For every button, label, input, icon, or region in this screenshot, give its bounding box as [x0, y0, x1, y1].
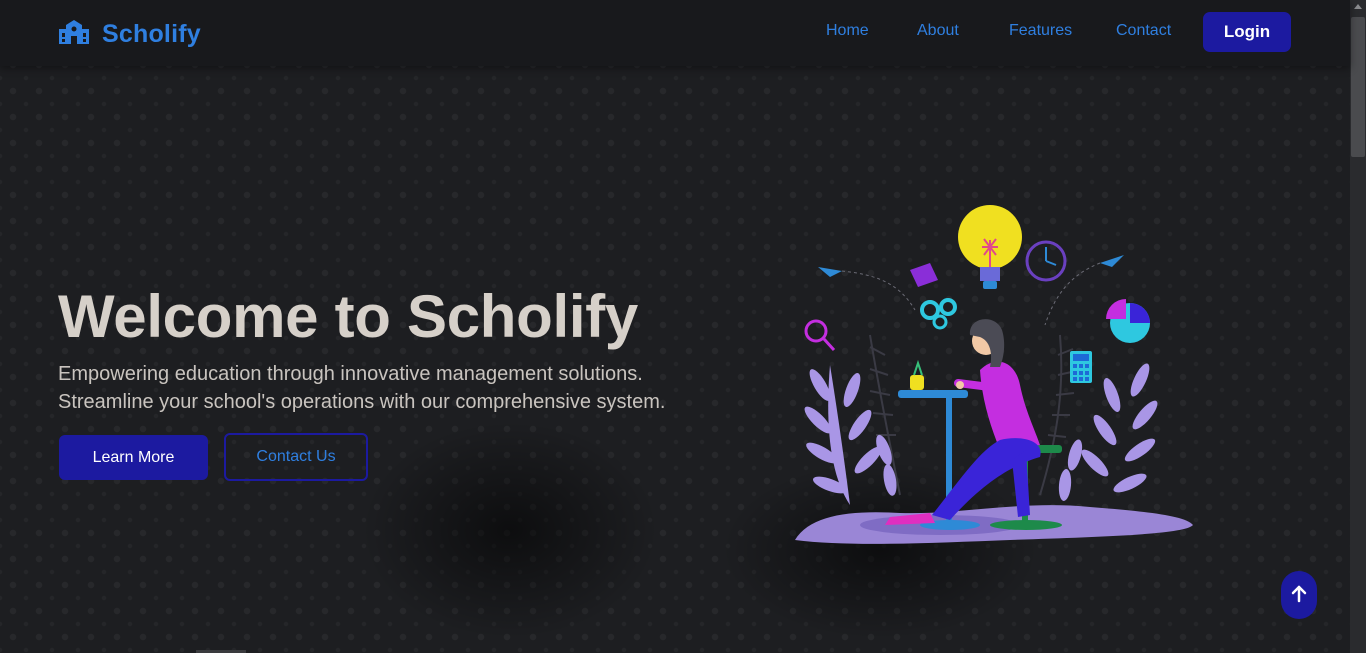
nav-links: Home About Features Contact [0, 0, 1350, 66]
hero-subtitle-line: Empowering education through innovative … [58, 363, 643, 385]
learn-more-button[interactable]: Learn More [59, 435, 208, 480]
arrow-up-icon [1291, 585, 1307, 606]
nav-link-home[interactable]: Home [826, 22, 869, 40]
hero-illustration [790, 195, 1200, 555]
login-button[interactable]: Login [1203, 12, 1291, 52]
nav-link-features[interactable]: Features [1009, 22, 1072, 40]
navbar: Scholify Home About Features Contact Log… [0, 0, 1350, 66]
nav-link-about[interactable]: About [917, 22, 959, 40]
hero-subtitle: Empowering education through innovative … [58, 360, 698, 416]
hero-title: Welcome to Scholify [58, 283, 638, 350]
contact-us-button[interactable]: Contact Us [224, 433, 368, 481]
hero-subtitle-line: Streamline your school's operations with… [58, 391, 666, 413]
scrollbar-thumb[interactable] [1351, 17, 1365, 157]
nav-link-contact[interactable]: Contact [1116, 22, 1171, 40]
scrollbar-up-arrow-icon[interactable] [1354, 4, 1362, 9]
background-shadow [360, 420, 660, 640]
scroll-to-top-button[interactable] [1281, 571, 1317, 619]
